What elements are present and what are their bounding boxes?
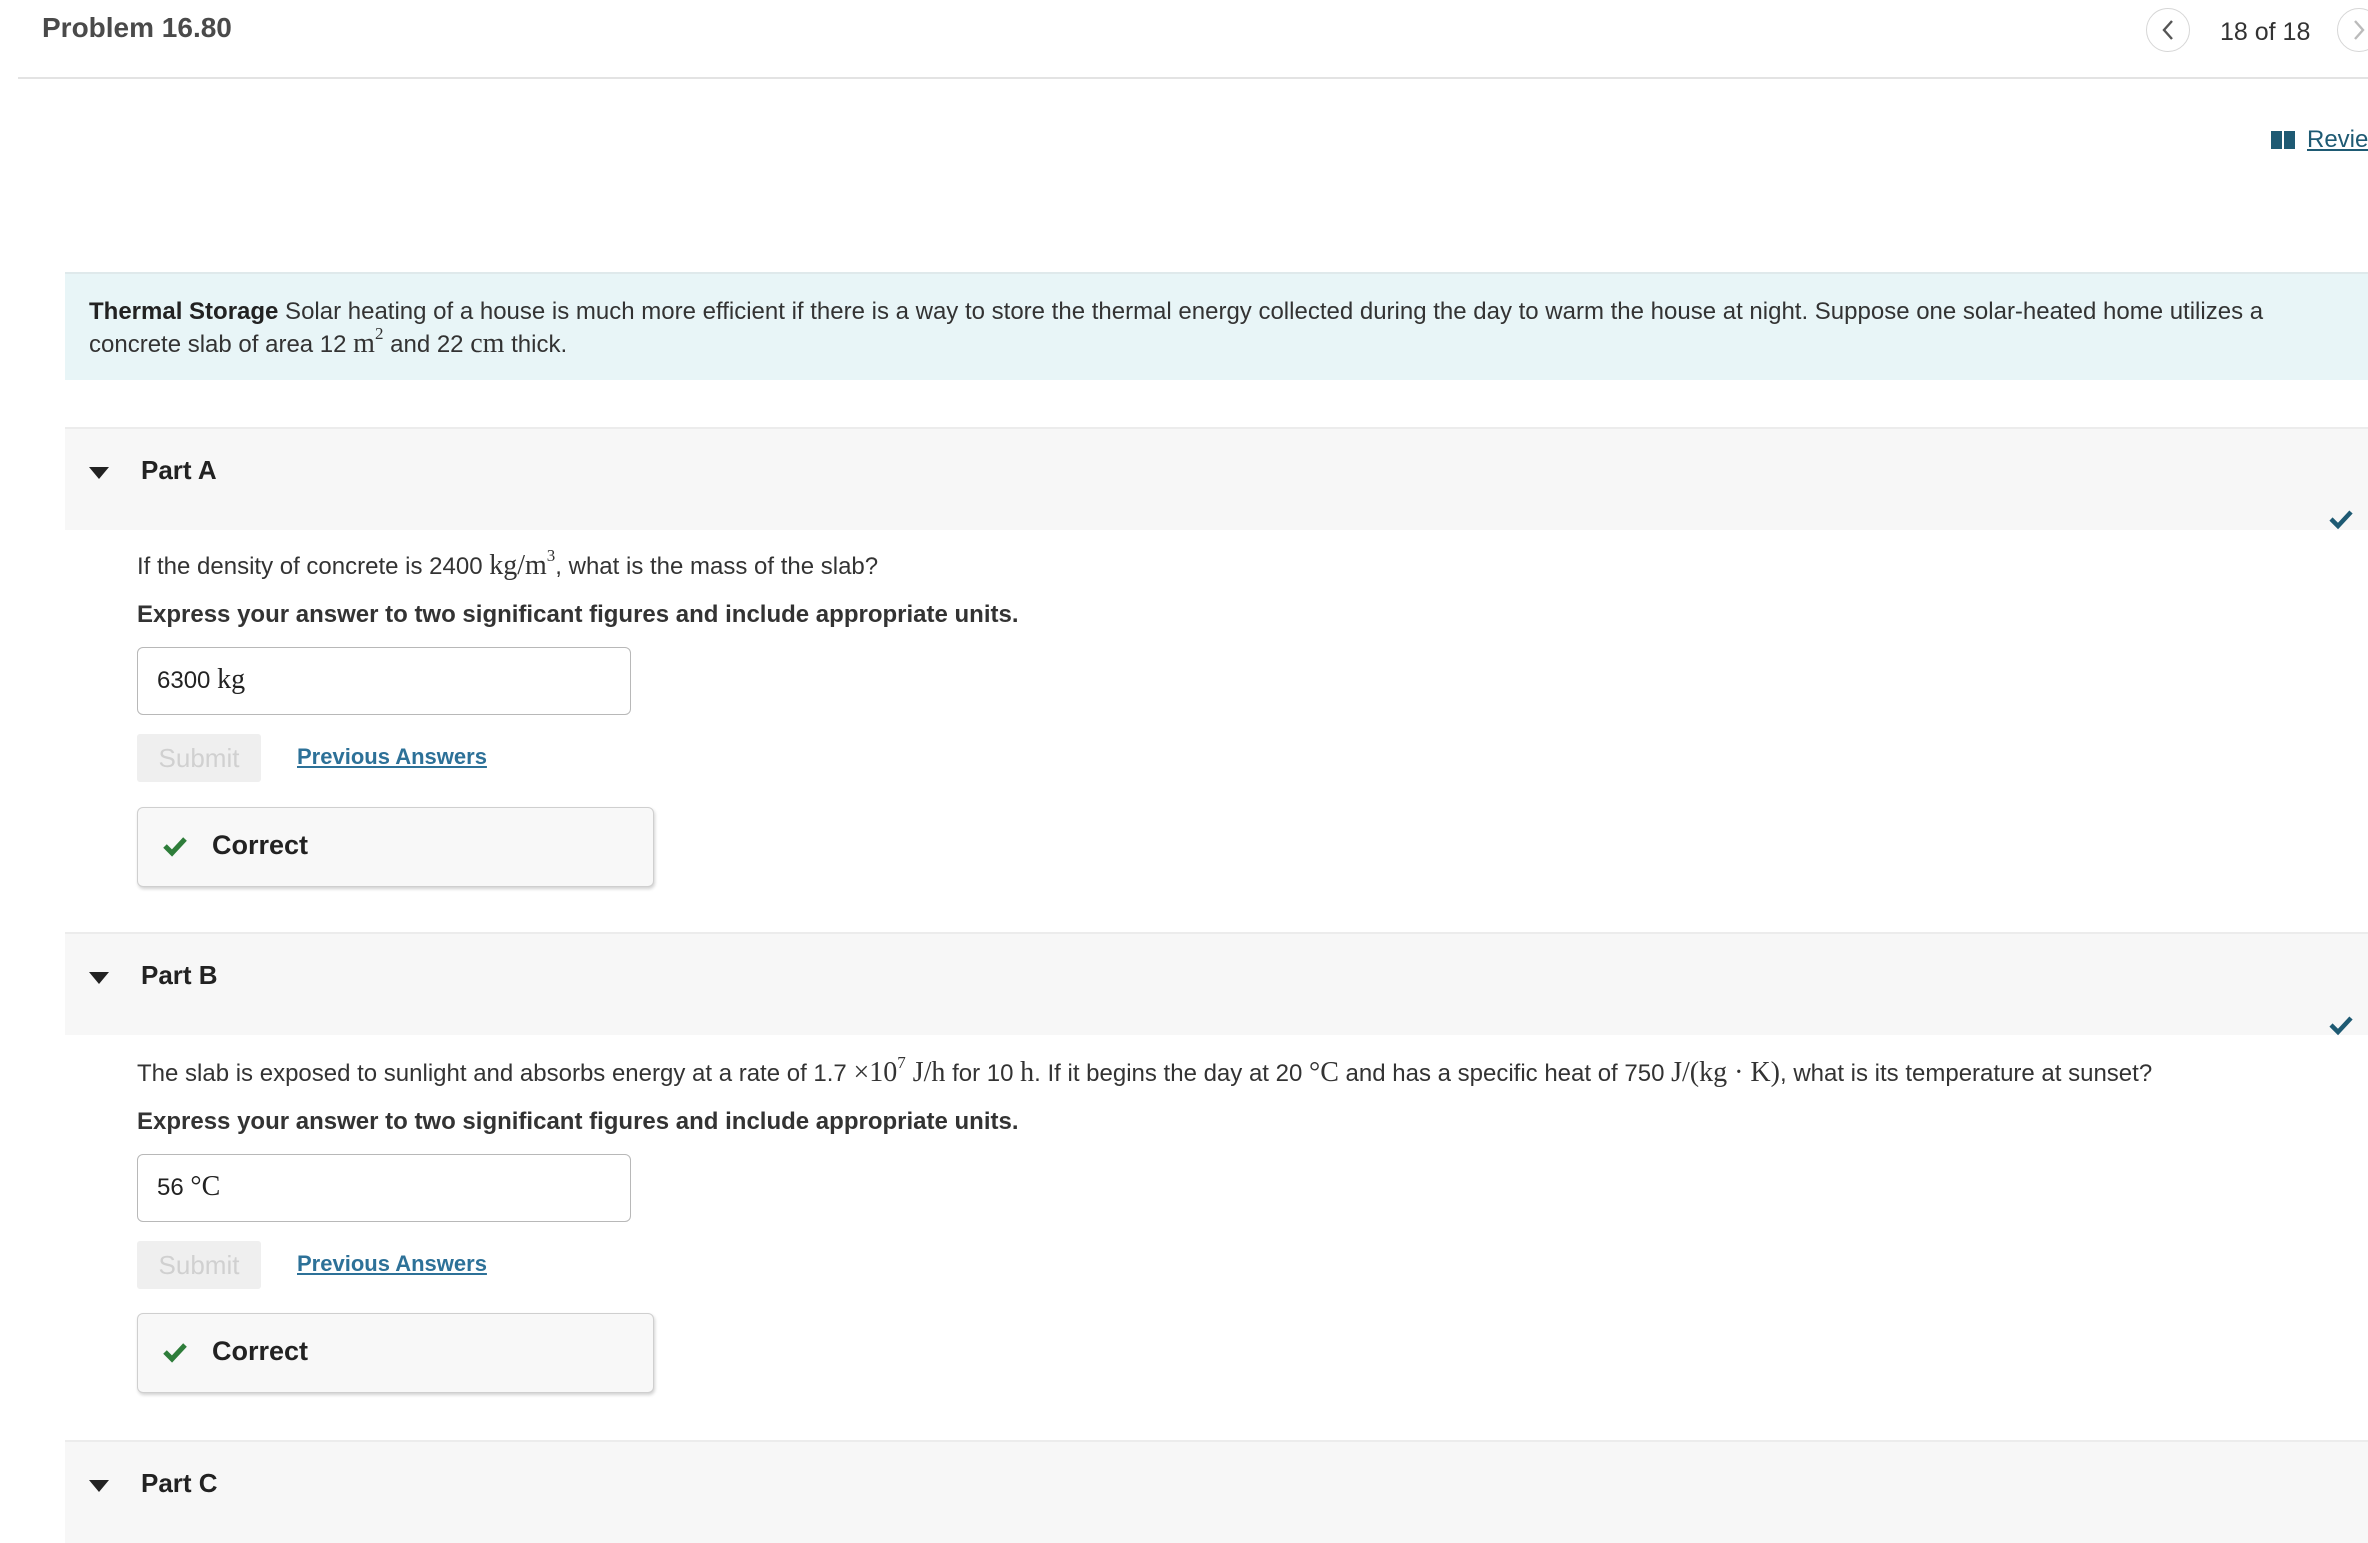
- feedback-label: Correct: [212, 830, 309, 860]
- review-link-label[interactable]: Revie: [2307, 126, 2368, 154]
- checkmark-icon: [2329, 510, 2353, 530]
- part-b-answer-value: 56 °C: [157, 1171, 221, 1202]
- part-a-question: If the density of concrete is 2400 kg/m3…: [137, 546, 879, 581]
- next-problem-button[interactable]: [2337, 8, 2368, 52]
- checkmark-icon: [2329, 1016, 2353, 1036]
- chevron-left-icon: [2162, 20, 2173, 40]
- review-link[interactable]: Revie: [2271, 126, 2368, 154]
- thickness-unit: cm: [470, 328, 505, 359]
- part-a-submit-button[interactable]: Submit: [137, 734, 261, 782]
- collapse-triangle-icon[interactable]: [89, 467, 109, 479]
- intro-text-3: thick.: [504, 331, 568, 358]
- intro-text-2: and 22: [383, 331, 471, 358]
- part-c-header[interactable]: Part C: [65, 1440, 2368, 1543]
- book-icon: [2271, 131, 2295, 149]
- chevron-right-icon: [2354, 20, 2365, 40]
- problem-intro: Thermal Storage Solar heating of a house…: [65, 272, 2368, 380]
- top-bar: Problem 16.80 18 of 18: [0, 0, 2368, 79]
- feedback-label: Correct: [212, 1336, 309, 1366]
- problem-title: Problem 16.80: [42, 12, 232, 43]
- part-b-answer-field[interactable]: 56 °C: [137, 1154, 631, 1222]
- previous-problem-button[interactable]: [2146, 8, 2190, 52]
- part-a-previous-answers-link[interactable]: Previous Answers: [297, 744, 487, 770]
- part-c-label: Part C: [141, 1468, 218, 1498]
- checkmark-icon: [163, 1343, 187, 1363]
- problem-counter: 18 of 18: [2220, 18, 2311, 46]
- part-a-instruction: Express your answer to two significant f…: [137, 601, 1019, 628]
- part-a-answer-value: 6300 kg: [157, 664, 246, 695]
- part-a-header[interactable]: Part A: [65, 427, 2368, 530]
- checkmark-icon: [163, 837, 187, 857]
- part-b-header[interactable]: Part B: [65, 932, 2368, 1035]
- intro-title: Thermal Storage: [89, 298, 279, 325]
- part-b-previous-answers-link[interactable]: Previous Answers: [297, 1251, 487, 1277]
- part-a-feedback: Correct: [137, 807, 654, 887]
- collapse-triangle-icon[interactable]: [89, 1480, 109, 1492]
- part-a-answer-field[interactable]: 6300 kg: [137, 647, 631, 715]
- part-a-label: Part A: [141, 455, 217, 485]
- area-unit: m2: [353, 324, 384, 359]
- part-b-question: The slab is exposed to sunlight and abso…: [137, 1053, 2153, 1088]
- part-b-submit-button[interactable]: Submit: [137, 1241, 261, 1289]
- intro-text: Thermal Storage Solar heating of a house…: [89, 296, 2358, 361]
- part-b-feedback: Correct: [137, 1313, 654, 1393]
- header-divider: [18, 77, 2368, 79]
- part-b-instruction: Express your answer to two significant f…: [137, 1108, 1019, 1135]
- collapse-triangle-icon[interactable]: [89, 972, 109, 984]
- part-b-label: Part B: [141, 960, 218, 990]
